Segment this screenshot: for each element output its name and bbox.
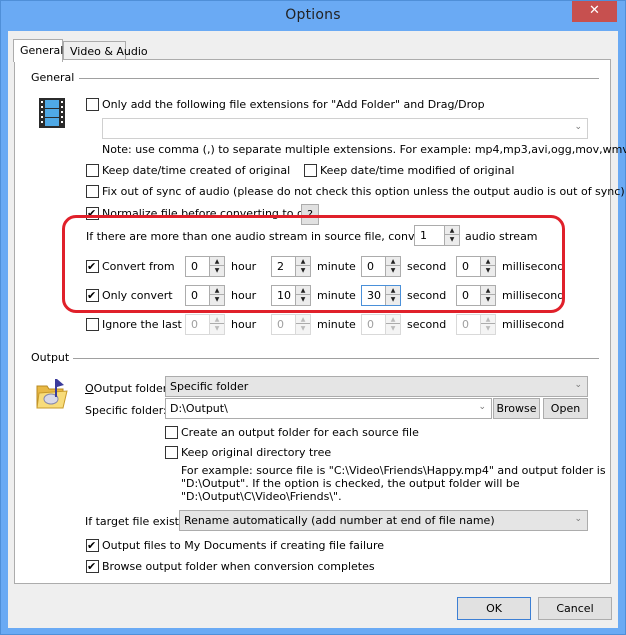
- specific-folder-input[interactable]: D:\Output\ ⌄: [165, 398, 492, 419]
- fix-sync-checkbox[interactable]: [86, 185, 99, 198]
- ok-button[interactable]: OK: [457, 597, 531, 620]
- only-add-extensions-checkbox[interactable]: [86, 98, 99, 111]
- minute-unit-label: minute: [317, 318, 356, 331]
- open-button[interactable]: Open: [543, 398, 588, 419]
- title-bar[interactable]: Options ✕: [1, 1, 625, 31]
- fix-sync-label: Fix out of sync of audio (please do not …: [102, 185, 625, 198]
- group-divider: [79, 78, 599, 79]
- general-group-label: General: [31, 71, 79, 84]
- film-strip-icon: [39, 98, 65, 128]
- window-title: Options: [285, 7, 341, 23]
- millisecond-unit-label: millisecond: [502, 318, 565, 331]
- spin-down-icon: ▼: [390, 325, 396, 332]
- cancel-button[interactable]: Cancel: [538, 597, 612, 620]
- extensions-combo[interactable]: ⌄: [102, 118, 588, 139]
- spin-up-icon: ▲: [210, 315, 224, 324]
- chevron-down-icon: ⌄: [478, 402, 486, 412]
- browse-button[interactable]: Browse: [493, 398, 540, 419]
- hour-unit-label: hour: [231, 318, 257, 331]
- tab-video-audio[interactable]: Video & Audio: [63, 41, 148, 61]
- spin-down-icon: ▼: [300, 325, 306, 332]
- second-unit-label: second: [407, 318, 447, 331]
- tab-general[interactable]: General: [13, 39, 63, 62]
- time-row-label: Ignore the last: [102, 318, 182, 331]
- second-spinner: 0 ▲ ▼: [361, 314, 401, 335]
- spin-up-icon: ▲: [386, 315, 400, 324]
- keep-tree-checkbox[interactable]: [165, 446, 178, 459]
- general-tab-panel: General Only add the following file exte…: [14, 59, 626, 584]
- extensions-note: Note: use comma (,) to separate multiple…: [102, 143, 626, 156]
- target-exists-label: If target file exists: [85, 515, 185, 528]
- chevron-down-icon: ⌄: [574, 514, 582, 524]
- group-divider: [73, 358, 599, 359]
- music-folder-icon: [36, 379, 68, 409]
- specific-folder-label: Specific folder:: [85, 404, 167, 417]
- time-row-checkbox[interactable]: [86, 318, 99, 331]
- minute-spinner: 0 ▲ ▼: [271, 314, 311, 335]
- spin-down-icon: ▼: [214, 325, 220, 332]
- output-mydocs-label: Output files to My Documents if creating…: [102, 539, 385, 552]
- spin-up-icon: ▲: [481, 315, 495, 324]
- keep-modified-label: Keep date/time modified of original: [320, 164, 515, 177]
- chevron-down-icon: ⌄: [574, 122, 582, 132]
- browse-when-done-label: Browse output folder when conversion com…: [102, 560, 375, 573]
- millisecond-spinner: 0 ▲ ▼: [456, 314, 496, 335]
- output-group-label: Output: [31, 351, 74, 364]
- target-exists-select[interactable]: Rename automatically (add number at end …: [179, 510, 588, 531]
- highlight-annotation: [62, 215, 565, 313]
- options-dialog: Options ✕ General Video & Audio General: [0, 0, 626, 635]
- client-area: General Video & Audio General Only add t…: [8, 31, 626, 628]
- spin-down-icon: ▼: [485, 325, 491, 332]
- spin-up-icon: ▲: [296, 315, 310, 324]
- create-folder-label: Create an output folder for each source …: [181, 426, 419, 439]
- keep-created-checkbox[interactable]: [86, 164, 99, 177]
- output-mydocs-checkbox[interactable]: [86, 539, 99, 552]
- only-add-extensions-label: Only add the following file extensions f…: [102, 98, 485, 111]
- example-note: For example: source file is "C:\Video\Fr…: [181, 464, 606, 503]
- hour-spinner: 0 ▲ ▼: [185, 314, 225, 335]
- browse-when-done-checkbox[interactable]: [86, 560, 99, 573]
- create-folder-checkbox[interactable]: [165, 426, 178, 439]
- output-folder-label: OOutput folder:: [85, 382, 171, 395]
- keep-created-label: Keep date/time created of original: [102, 164, 291, 177]
- close-button[interactable]: ✕: [572, 1, 617, 22]
- chevron-down-icon: ⌄: [574, 380, 582, 390]
- close-icon: ✕: [589, 3, 600, 18]
- output-folder-select[interactable]: Specific folder ⌄: [165, 376, 588, 397]
- keep-modified-checkbox[interactable]: [304, 164, 317, 177]
- keep-tree-label: Keep original directory tree: [181, 446, 332, 459]
